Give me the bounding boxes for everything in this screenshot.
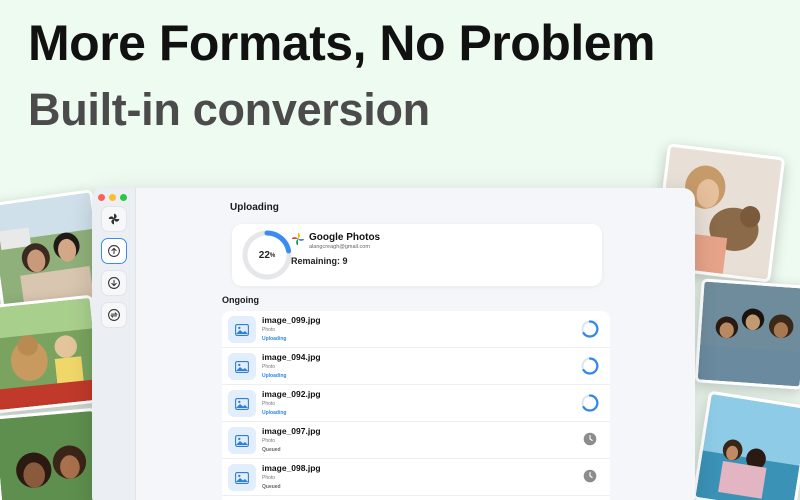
file-type: Photo bbox=[262, 475, 276, 481]
sidebar-item-upload[interactable] bbox=[101, 238, 127, 264]
file-status: Uploading bbox=[262, 336, 287, 342]
photo-thumbnail bbox=[228, 316, 256, 343]
file-name: image_099.jpg bbox=[262, 315, 321, 325]
photo-thumbnail bbox=[228, 353, 256, 380]
list-item[interactable]: image_094.jpg Photo Uploading bbox=[222, 348, 610, 385]
list-item[interactable]: image_099.jpg Photo Uploading bbox=[222, 311, 610, 348]
friends-photo bbox=[0, 407, 105, 500]
sync-icon bbox=[108, 309, 120, 321]
file-name: image_092.jpg bbox=[262, 389, 321, 399]
photo-thumbnail bbox=[228, 427, 256, 454]
image-icon bbox=[235, 397, 249, 410]
file-status: Queued bbox=[262, 447, 281, 453]
list-item[interactable]: image_097.jpg Photo Queued bbox=[222, 422, 610, 459]
beach-photo bbox=[692, 390, 800, 500]
subheadline: Built-in conversion bbox=[28, 84, 430, 135]
dog-photo bbox=[0, 294, 104, 414]
spinner-icon bbox=[581, 394, 599, 412]
close-window-button[interactable] bbox=[98, 194, 105, 201]
remaining-count: Remaining: 9 bbox=[291, 256, 348, 266]
image-icon bbox=[235, 323, 249, 336]
file-name: image_098.jpg bbox=[262, 463, 321, 473]
uploading-title: Uploading bbox=[230, 202, 279, 213]
sidebar-item-download[interactable] bbox=[101, 270, 127, 296]
file-status: Queued bbox=[262, 484, 281, 490]
clock-icon bbox=[583, 432, 597, 446]
file-type: Photo bbox=[262, 327, 276, 333]
progress-percent: 22% bbox=[258, 249, 276, 261]
google-photos-icon bbox=[291, 232, 305, 246]
list-item[interactable]: image_098.jpg Photo Queued bbox=[222, 459, 610, 496]
ongoing-title: Ongoing bbox=[222, 295, 259, 305]
spinner-icon bbox=[581, 320, 599, 338]
group-photo bbox=[694, 278, 800, 390]
sidebar-item-sync[interactable] bbox=[101, 302, 127, 328]
image-icon bbox=[235, 471, 249, 484]
file-type: Photo bbox=[262, 438, 276, 444]
spinner-icon bbox=[581, 357, 599, 375]
pinwheel-icon bbox=[108, 213, 120, 225]
photo-thumbnail bbox=[228, 390, 256, 417]
ongoing-list: image_099.jpg Photo Uploading image_094.… bbox=[222, 311, 610, 500]
file-status: Uploading bbox=[262, 373, 287, 379]
file-name: image_094.jpg bbox=[262, 352, 321, 362]
sidebar bbox=[92, 188, 136, 500]
file-name: image_097.jpg bbox=[262, 426, 321, 436]
app-window: Uploading 22% Google Photos alangcreagh@… bbox=[92, 188, 695, 500]
headline: More Formats, No Problem bbox=[28, 15, 656, 71]
upload-progress-card: 22% Google Photos alangcreagh@gmail.com … bbox=[232, 224, 602, 286]
clock-icon bbox=[583, 469, 597, 483]
zoom-window-button[interactable] bbox=[120, 194, 127, 201]
upload-arrow-icon bbox=[108, 245, 120, 257]
sidebar-item-home[interactable] bbox=[101, 206, 127, 232]
window-controls bbox=[98, 194, 127, 201]
download-arrow-icon bbox=[108, 277, 120, 289]
file-type: Photo bbox=[262, 401, 276, 407]
image-icon bbox=[235, 434, 249, 447]
image-icon bbox=[235, 360, 249, 373]
service-name: Google Photos bbox=[309, 232, 381, 243]
list-item[interactable]: image_092.jpg Photo Uploading bbox=[222, 385, 610, 422]
file-type: Photo bbox=[262, 364, 276, 370]
minimize-window-button[interactable] bbox=[109, 194, 116, 201]
photo-thumbnail bbox=[228, 464, 256, 491]
account-email: alangcreagh@gmail.com bbox=[309, 244, 370, 250]
file-status: Uploading bbox=[262, 410, 287, 416]
